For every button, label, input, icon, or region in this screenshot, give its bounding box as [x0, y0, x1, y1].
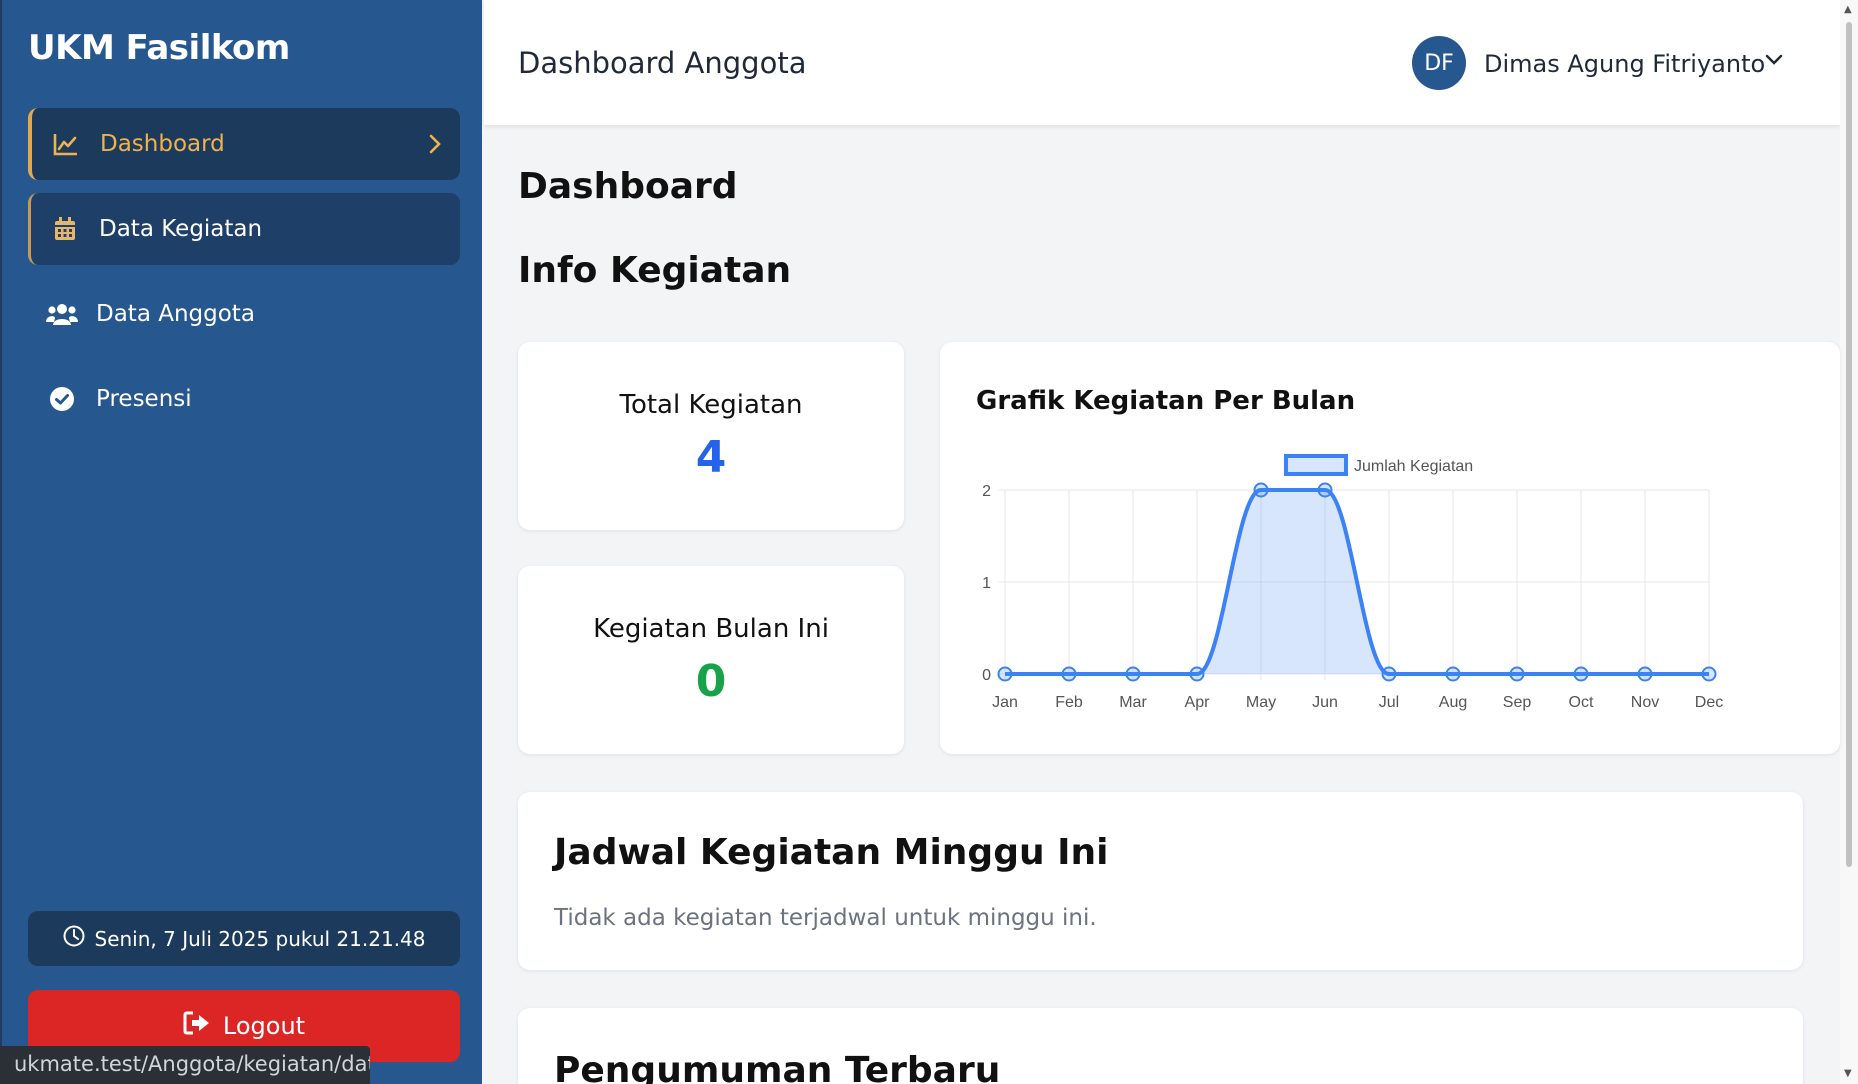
check-circle-icon — [28, 386, 96, 412]
chevron-down-icon[interactable] — [1764, 52, 1784, 71]
scroll-up-icon[interactable]: ▲ — [1844, 4, 1852, 15]
sidebar: UKM Fasilkom Dashboard Data Kegiatan Dat… — [0, 0, 482, 1084]
jadwal-empty-text: Tidak ada kegiatan terjadwal untuk mingg… — [554, 905, 1097, 931]
data-point — [1125, 666, 1141, 682]
jadwal-title: Jadwal Kegiatan Minggu Ini — [554, 832, 1109, 873]
x-tick-label: Mar — [1119, 694, 1147, 711]
data-point — [1253, 482, 1269, 498]
legend-swatch — [1284, 454, 1348, 476]
x-tick-label: Nov — [1631, 694, 1659, 711]
stat-label: Kegiatan Bulan Ini — [593, 613, 829, 644]
sidebar-item-data-anggota[interactable]: Data Anggota — [28, 278, 460, 350]
y-tick-label: 1 — [982, 575, 991, 592]
datetime-text: Senin, 7 Juli 2025 pukul 21.21.48 — [94, 926, 426, 951]
stat-card-total: Total Kegiatan 4 — [518, 342, 904, 530]
sidebar-item-label: Dashboard — [100, 131, 225, 157]
x-tick-label: Sep — [1503, 694, 1532, 711]
x-tick-label: Aug — [1439, 694, 1467, 711]
header-title: Dashboard Anggota — [518, 46, 807, 80]
x-tick-label: Jul — [1379, 694, 1399, 711]
stat-value: 4 — [695, 431, 727, 483]
x-tick-label: May — [1246, 694, 1276, 711]
users-icon — [28, 302, 96, 326]
chart-line-icon — [32, 132, 100, 156]
stat-card-bulan-ini: Kegiatan Bulan Ini 0 — [518, 566, 904, 754]
sidebar-item-label: Data Kegiatan — [99, 216, 263, 242]
sidebar-item-label: Data Anggota — [96, 301, 255, 327]
user-name[interactable]: Dimas Agung Fitriyanto — [1484, 50, 1765, 78]
scroll-thumb[interactable] — [1846, 22, 1852, 867]
data-point — [1381, 666, 1397, 682]
section-title: Info Kegiatan — [518, 250, 792, 291]
page-title: Dashboard — [518, 166, 738, 207]
x-tick-label: Oct — [1569, 694, 1594, 711]
data-point — [1061, 666, 1077, 682]
status-bar-url: ukmate.test/Anggota/kegiatan/data-ke — [0, 1046, 370, 1084]
x-tick-label: Apr — [1185, 694, 1211, 711]
scroll-down-icon[interactable]: ▼ — [1844, 1068, 1852, 1079]
jadwal-card: Jadwal Kegiatan Minggu Ini Tidak ada keg… — [518, 792, 1803, 970]
x-tick-label: Jun — [1312, 694, 1338, 711]
calendar-icon — [31, 217, 99, 241]
x-tick-label: Feb — [1055, 694, 1083, 711]
data-point — [1637, 666, 1653, 682]
sign-out-icon — [183, 1011, 211, 1041]
datetime-display: Senin, 7 Juli 2025 pukul 21.21.48 — [28, 911, 460, 966]
avatar[interactable]: DF — [1412, 36, 1466, 90]
scrollbar[interactable]: ▲ ▼ — [1840, 0, 1858, 1084]
brand-title: UKM Fasilkom — [28, 28, 290, 68]
data-point — [1701, 666, 1717, 682]
clock-icon — [63, 925, 85, 952]
x-tick-label: Dec — [1695, 694, 1723, 711]
sidebar-item-presensi[interactable]: Presensi — [28, 363, 460, 435]
legend-label: Jumlah Kegiatan — [1354, 458, 1473, 475]
logout-label: Logout — [222, 1012, 306, 1040]
data-point — [1445, 666, 1461, 682]
data-point — [997, 666, 1013, 682]
stat-label: Total Kegiatan — [619, 389, 803, 420]
data-point — [1509, 666, 1525, 682]
chevron-right-icon — [410, 133, 460, 155]
chart-card: Grafik Kegiatan Per Bulan 0 1 2 Jan Feb Mar Ap… — [940, 342, 1840, 754]
top-header: Dashboard Anggota DF Dimas Agung Fitriya… — [484, 0, 1840, 125]
pengumuman-title: Pengumuman Terbaru — [554, 1050, 1001, 1084]
stat-value: 0 — [695, 655, 727, 707]
y-tick-label: 0 — [982, 667, 991, 684]
x-tick-label: Jan — [992, 694, 1018, 711]
data-point — [1189, 666, 1205, 682]
y-tick-label: 2 — [982, 483, 991, 500]
pengumuman-card: Pengumuman Terbaru — [518, 1008, 1803, 1084]
sidebar-item-data-kegiatan[interactable]: Data Kegiatan — [28, 193, 460, 265]
line-chart: 0 1 2 Jan Feb Mar Apr May Jun Jul Aug Sep Oct Nov Dec J… — [982, 454, 1723, 711]
data-point — [1573, 666, 1589, 682]
data-point — [1317, 482, 1333, 498]
sidebar-item-label: Presensi — [96, 386, 192, 412]
sidebar-item-dashboard[interactable]: Dashboard — [28, 108, 460, 180]
